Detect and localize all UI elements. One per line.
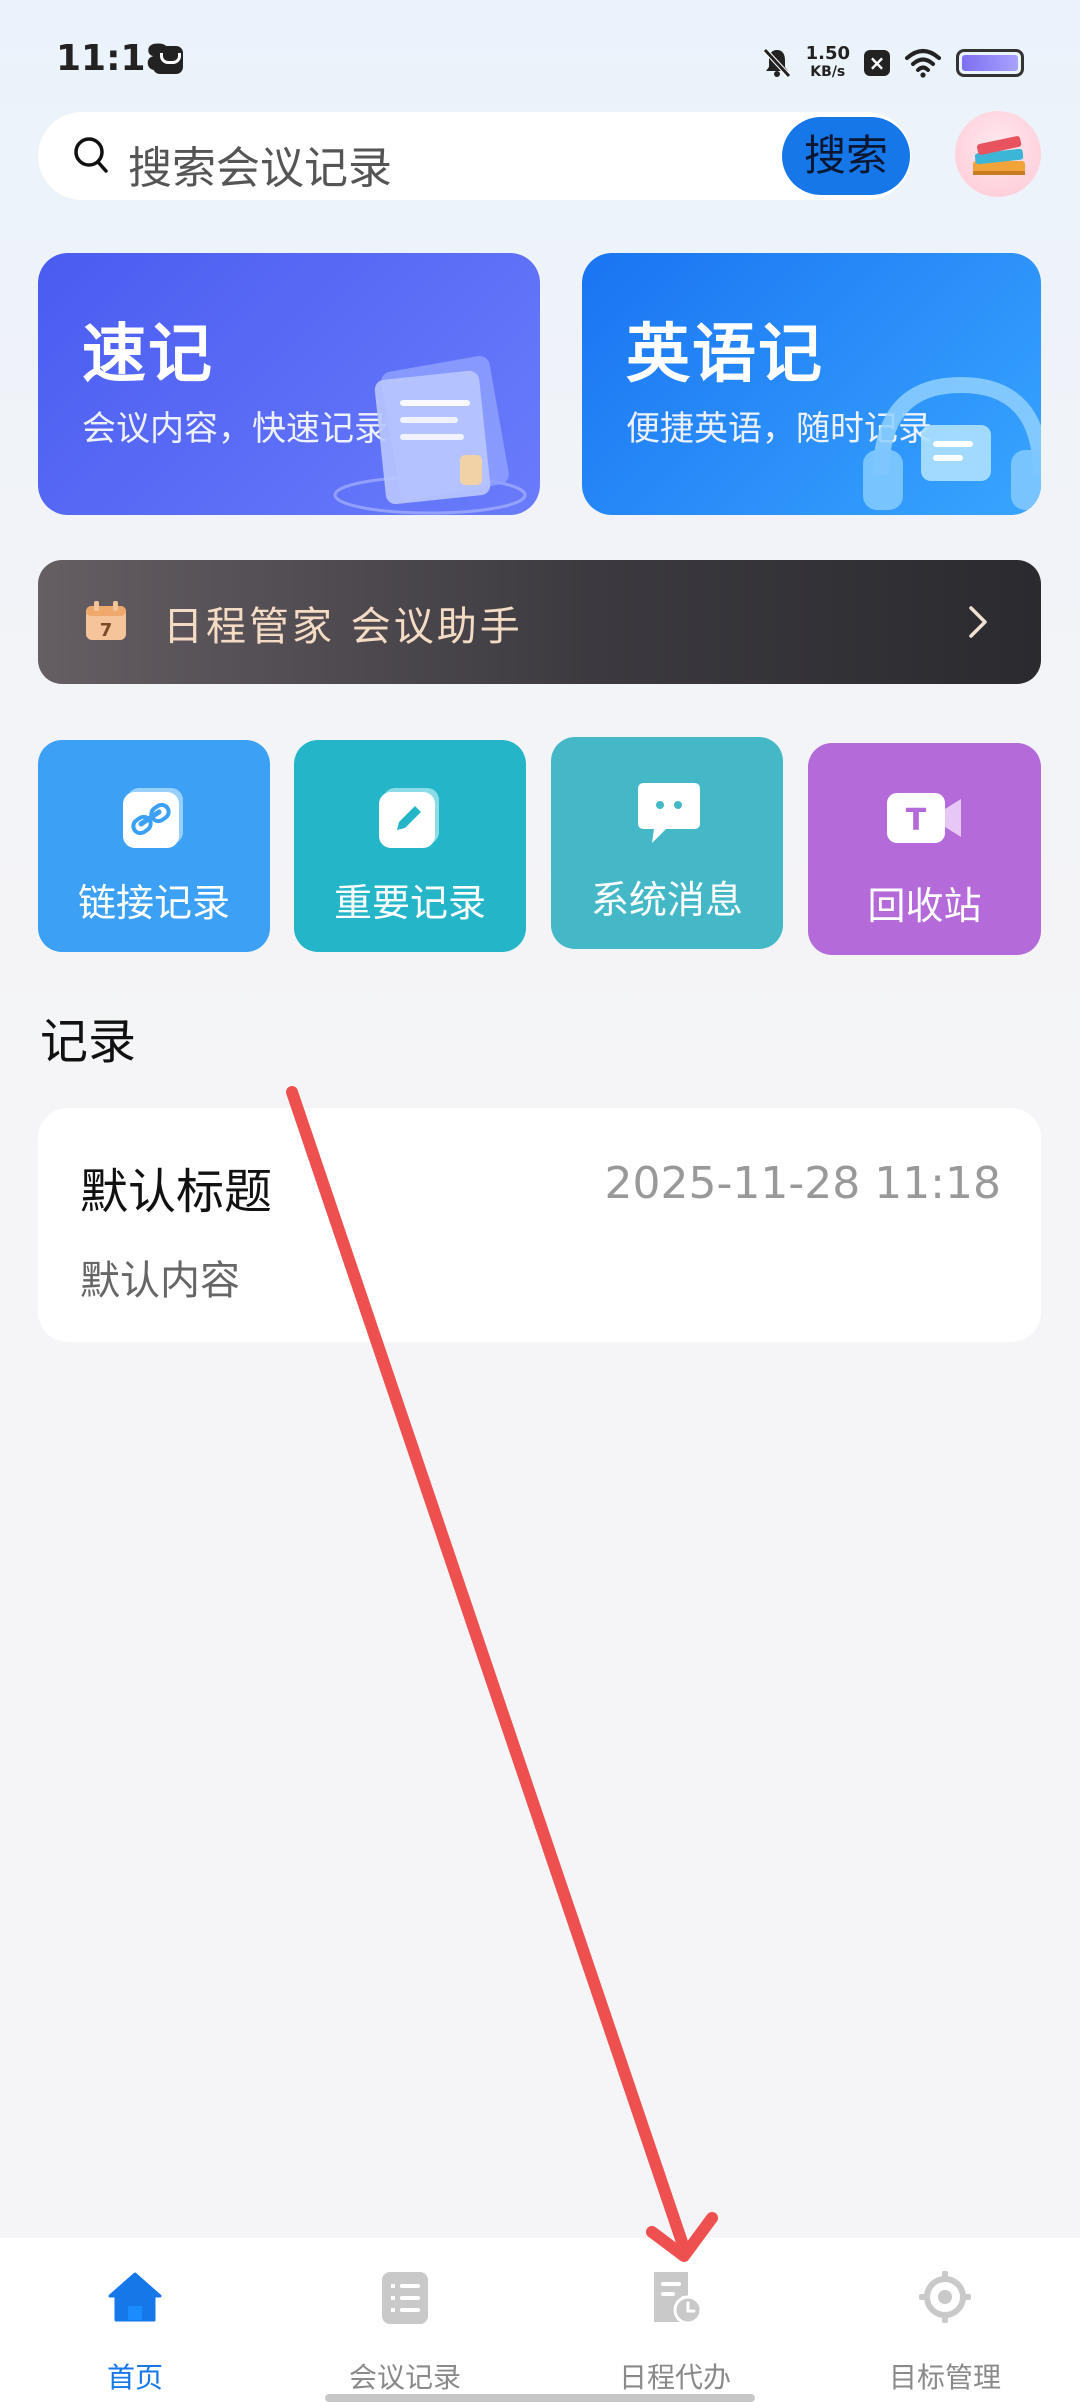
books-icon bbox=[973, 136, 1025, 175]
document-illustration-icon bbox=[333, 356, 527, 515]
mute-bell-icon bbox=[762, 48, 791, 78]
home-icon bbox=[108, 2272, 162, 2322]
system-messages-label: 系统消息 bbox=[590, 878, 743, 922]
pencil-icon bbox=[379, 788, 439, 848]
status-bar: 11:18 1.50 KB/s × bbox=[0, 0, 1080, 125]
recycle-bin-label: 回收站 bbox=[867, 884, 982, 928]
important-records-label: 重要记录 bbox=[333, 881, 486, 925]
status-icons: 1.50 KB/s × bbox=[762, 38, 1024, 88]
network-speed-value: 1.50 bbox=[805, 43, 850, 64]
tab-meeting-records-label: 会议记录 bbox=[348, 2361, 461, 2394]
tab-home[interactable]: 首页 bbox=[0, 2238, 270, 2408]
search-button[interactable]: 搜索 bbox=[782, 117, 910, 195]
video-t-icon-letter: T bbox=[905, 803, 926, 838]
english-note-title: 英语记 bbox=[626, 318, 824, 392]
quick-note-title: 速记 bbox=[82, 318, 214, 392]
tab-schedule-todo[interactable]: 日程代办 bbox=[540, 2238, 810, 2408]
home-indicator[interactable] bbox=[325, 2394, 755, 2402]
record-title: 默认标题 bbox=[80, 1164, 273, 1220]
banner-text: 日程管家 会议助手 bbox=[163, 604, 523, 650]
link-records-button[interactable]: 链接记录 bbox=[38, 740, 270, 952]
network-speed-unit: KB/s bbox=[810, 64, 846, 80]
notification-icon bbox=[153, 46, 183, 74]
tab-home-label: 首页 bbox=[106, 2361, 163, 2394]
target-icon bbox=[919, 2271, 971, 2323]
calendar-icon-number: 7 bbox=[100, 620, 113, 641]
battery-icon bbox=[956, 49, 1024, 77]
network-speed: 1.50 KB/s bbox=[806, 45, 850, 81]
link-icon bbox=[123, 788, 183, 848]
schedule-todo-icon bbox=[654, 2272, 703, 2325]
quick-note-card[interactable]: 速记 会议内容，快速记录 bbox=[38, 253, 540, 515]
sim-off-icon: × bbox=[864, 50, 890, 76]
system-messages-button[interactable]: 系统消息 bbox=[551, 737, 783, 949]
tab-schedule-todo-label: 日程代办 bbox=[618, 2361, 731, 2394]
tab-goal-management[interactable]: 目标管理 bbox=[810, 2238, 1080, 2408]
search-icon bbox=[74, 137, 108, 173]
tab-meeting-records[interactable]: 会议记录 bbox=[270, 2238, 540, 2408]
search-placeholder: 搜索会议记录 bbox=[128, 143, 392, 194]
list-item[interactable]: 默认标题 2025-11-28 11:18 默认内容 bbox=[38, 1108, 1041, 1342]
records-section-title: 记录 bbox=[40, 1014, 137, 1070]
schedule-assistant-banner[interactable]: 7 日程管家 会议助手 bbox=[38, 560, 1041, 684]
tab-goal-management-label: 目标管理 bbox=[888, 2361, 1001, 2394]
calendar-icon: 7 bbox=[86, 601, 126, 641]
search-input[interactable]: 搜索会议记录 bbox=[38, 112, 911, 200]
video-t-icon: T bbox=[886, 793, 961, 843]
list-icon bbox=[382, 2272, 428, 2324]
chat-bubble-icon bbox=[638, 783, 700, 843]
bottom-tab-bar: 首页 会议记录 日程代办 目标管理 bbox=[0, 2238, 1080, 2408]
english-note-card[interactable]: 英语记 便捷英语，随时记录 bbox=[582, 253, 1041, 515]
recycle-bin-button[interactable]: T 回收站 bbox=[808, 743, 1041, 955]
record-content: 默认内容 bbox=[80, 1258, 240, 1304]
headphones-illustration-icon bbox=[863, 376, 1041, 510]
avatar[interactable] bbox=[955, 111, 1041, 197]
important-records-button[interactable]: 重要记录 bbox=[294, 740, 526, 952]
wifi-icon bbox=[905, 49, 941, 78]
chevron-right-icon bbox=[969, 606, 987, 638]
link-records-label: 链接记录 bbox=[77, 881, 230, 925]
record-timestamp: 2025-11-28 11:18 bbox=[604, 1158, 1002, 1209]
